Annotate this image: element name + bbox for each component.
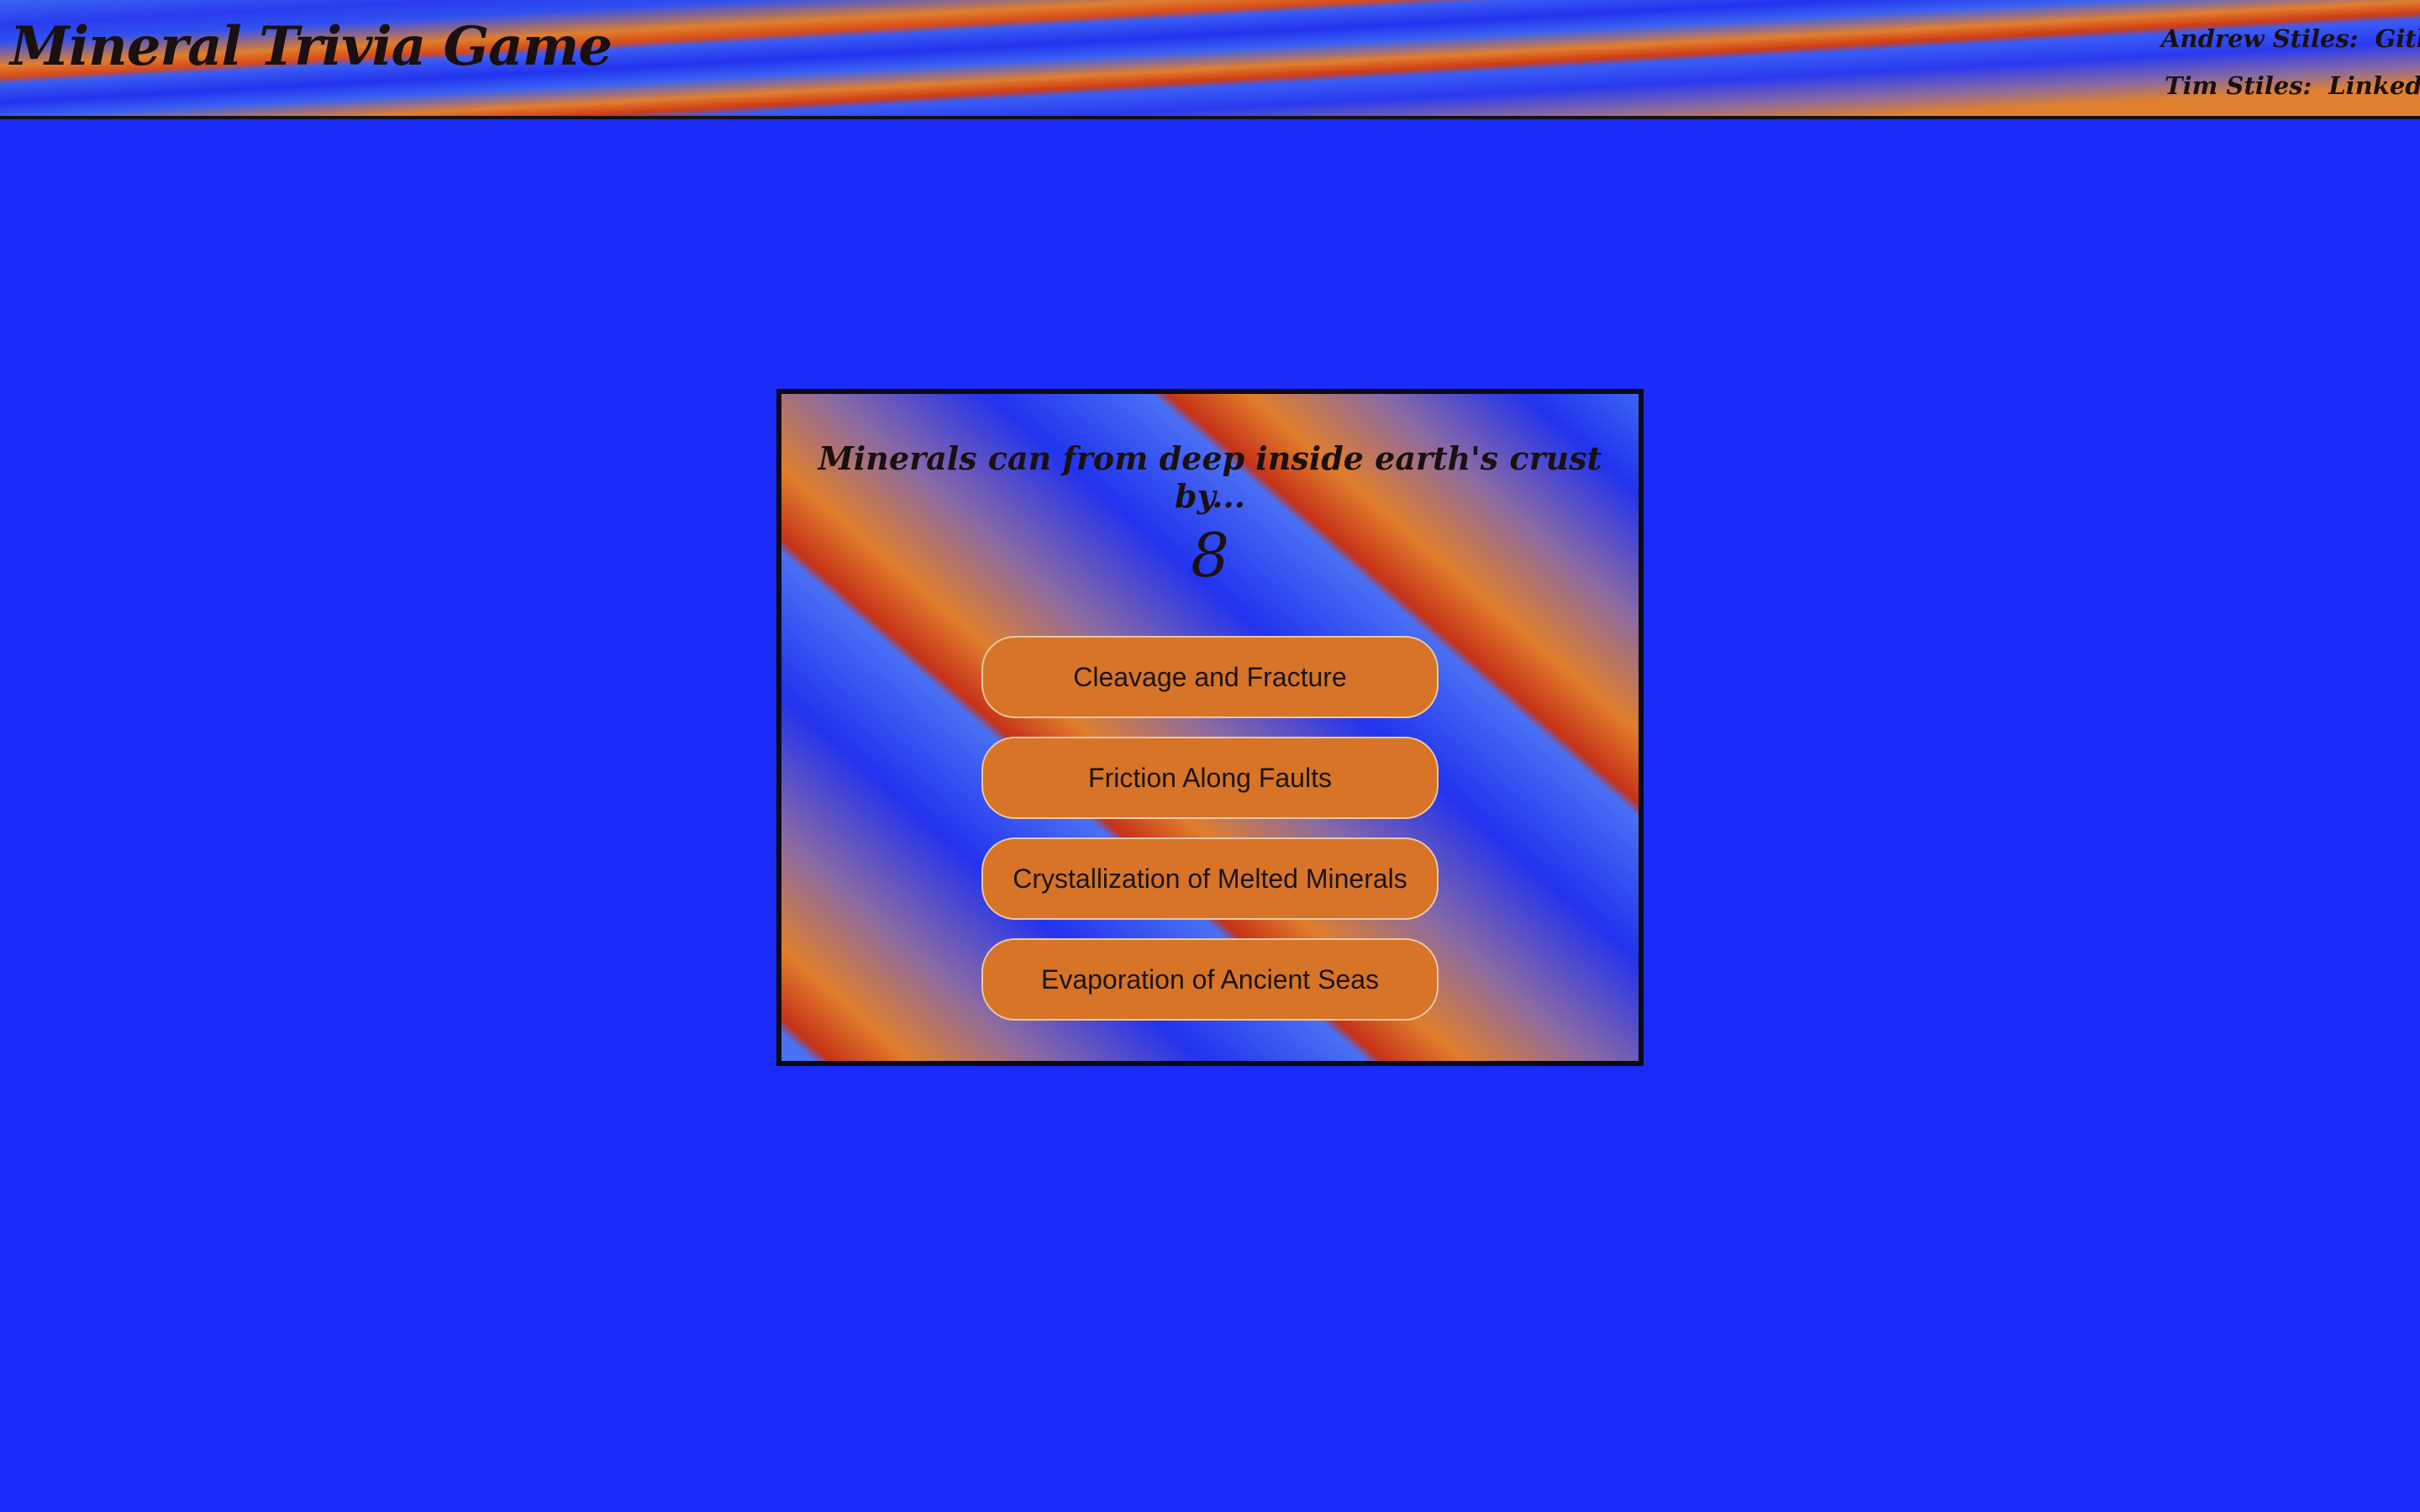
- credit-name: Andrew Stiles:: [2161, 24, 2359, 53]
- credit-row-tim: Tim Stiles: LinkedIn: [2161, 62, 2420, 109]
- answer-button[interactable]: Cleavage and Fracture: [981, 636, 1439, 718]
- answer-button[interactable]: Evaporation of Ancient Seas: [981, 938, 1439, 1021]
- question-text: Minerals can from deep inside earth's cr…: [818, 439, 1602, 515]
- credit-name: Tim Stiles:: [2165, 71, 2312, 100]
- credits: Andrew Stiles: Github Tim Stiles: Linked…: [2161, 15, 2420, 109]
- github-link[interactable]: Github: [2375, 24, 2420, 53]
- answer-button[interactable]: Friction Along Faults: [981, 737, 1439, 819]
- trivia-card: Minerals can from deep inside earth's cr…: [776, 389, 1644, 1066]
- site-title: Mineral Trivia Game: [10, 15, 613, 78]
- countdown-timer: 8: [1191, 520, 1229, 591]
- linkedin-link[interactable]: LinkedIn: [2328, 71, 2420, 100]
- credit-row-andrew: Andrew Stiles: Github: [2161, 15, 2420, 62]
- answer-list: Cleavage and Fracture Friction Along Fau…: [781, 636, 1639, 1021]
- site-header: Mineral Trivia Game Andrew Stiles: Githu…: [0, 0, 2420, 119]
- answer-button[interactable]: Crystallization of Melted Minerals: [981, 837, 1439, 920]
